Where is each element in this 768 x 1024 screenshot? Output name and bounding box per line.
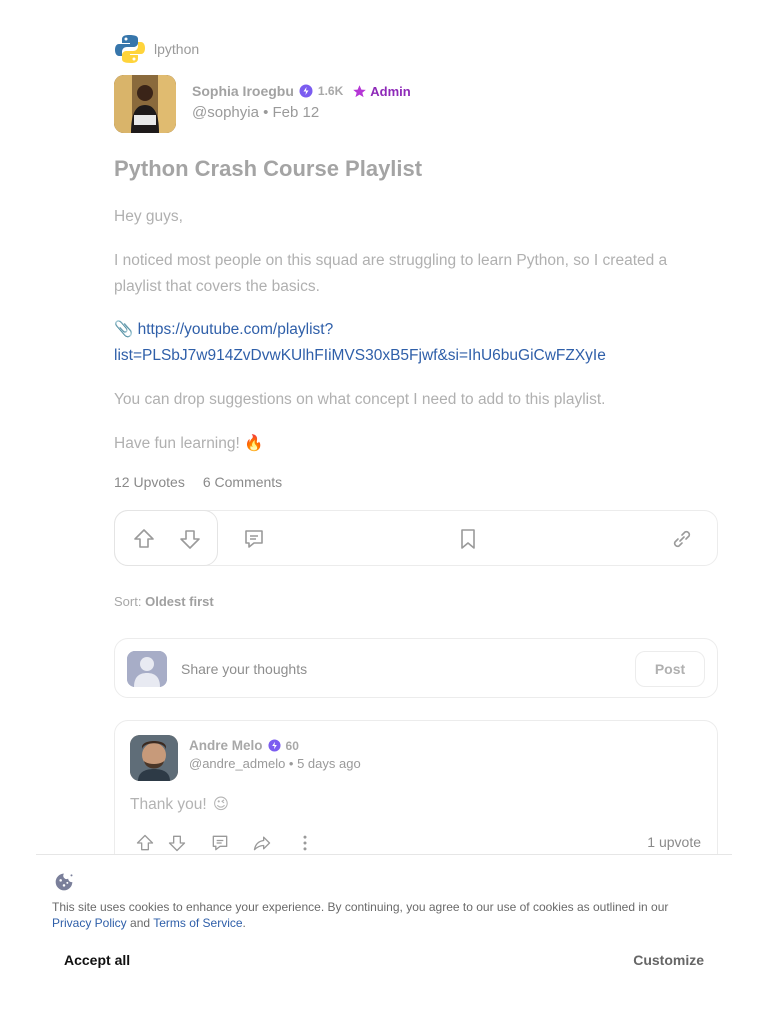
comments-count[interactable]: 6 Comments bbox=[203, 474, 282, 490]
cookie-icon bbox=[55, 873, 73, 891]
post-closing: Have fun learning! bbox=[114, 435, 240, 452]
post-title: Python Crash Course Playlist bbox=[114, 156, 423, 181]
cookie-text: This site uses cookies to enhance your e… bbox=[52, 899, 712, 931]
author-reputation: 1.6K bbox=[317, 84, 344, 98]
privacy-policy-link[interactable]: Privacy Policy bbox=[52, 916, 127, 930]
admin-badge: Admin bbox=[352, 83, 411, 99]
comment-icon[interactable] bbox=[242, 527, 266, 551]
upvote-icon[interactable] bbox=[132, 527, 156, 551]
post-link-paragraph: 📎 https://youtube.com/playlist?list=PLSb… bbox=[114, 317, 714, 369]
commenter-name-row: Andre Melo 60 bbox=[189, 738, 299, 753]
author-name[interactable]: Sophia Iroegbu bbox=[192, 83, 294, 99]
commenter-handle-time: @andre_admelo • 5 days ago bbox=[189, 756, 361, 771]
accept-all-button[interactable]: Accept all bbox=[64, 952, 130, 968]
user-avatar bbox=[127, 651, 167, 687]
post-suggestions: You can drop suggestions on what concept… bbox=[114, 391, 606, 408]
copy-link-icon[interactable] bbox=[670, 527, 694, 551]
sort-value[interactable]: Oldest first bbox=[145, 594, 214, 609]
commenter-avatar[interactable] bbox=[130, 735, 178, 781]
upvotes-count[interactable]: 12 Upvotes bbox=[114, 474, 185, 490]
comment-reply-icon[interactable] bbox=[210, 833, 230, 853]
downvote-icon[interactable] bbox=[178, 527, 202, 551]
cookie-and: and bbox=[130, 916, 151, 930]
bookmark-icon[interactable] bbox=[456, 527, 480, 551]
fire-icon: 🔥 bbox=[244, 435, 264, 452]
cookie-message: This site uses cookies to enhance your e… bbox=[52, 900, 669, 914]
author-handle-date: @sophyia • Feb 12 bbox=[192, 104, 320, 121]
comment-upvote-count[interactable]: 1 upvote bbox=[647, 834, 701, 850]
paperclip-icon: 📎 bbox=[114, 321, 134, 338]
vote-group bbox=[114, 510, 218, 566]
comment-text-row: Thank you! 😉 bbox=[130, 795, 229, 814]
cookie-period: . bbox=[242, 916, 246, 930]
cookie-banner: This site uses cookies to enhance your e… bbox=[36, 854, 732, 1024]
post-stats: 12 Upvotes 6 Comments bbox=[114, 474, 282, 490]
comment-share-icon[interactable] bbox=[252, 833, 272, 853]
commenter-name[interactable]: Andre Melo bbox=[189, 738, 263, 753]
post-greeting: Hey guys, bbox=[114, 208, 183, 225]
comment-upvote-icon[interactable] bbox=[135, 833, 155, 853]
composer-placeholder[interactable]: Share your thoughts bbox=[181, 661, 307, 677]
comment-text: Thank you! bbox=[130, 795, 207, 813]
playlist-link[interactable]: https://youtube.com/playlist?list=PLSbJ7… bbox=[114, 321, 606, 364]
post-action-bar bbox=[114, 510, 718, 566]
comment-sort[interactable]: Sort: Oldest first bbox=[114, 594, 214, 609]
post-closing-paragraph: Have fun learning! 🔥 bbox=[114, 431, 714, 457]
verified-icon bbox=[267, 739, 281, 752]
post-intro: I noticed most people on this squad are … bbox=[114, 252, 668, 295]
admin-label: Admin bbox=[370, 83, 411, 99]
comment-composer[interactable]: Share your thoughts Post bbox=[114, 638, 718, 698]
post-author: Sophia Iroegbu 1.6K Admin @sophyia • Feb… bbox=[114, 75, 411, 133]
wink-emoji-icon: 😉 bbox=[212, 796, 229, 813]
sort-label: Sort: bbox=[114, 594, 142, 609]
post-comment-button[interactable]: Post bbox=[635, 651, 705, 687]
comment-card: Andre Melo 60 @andre_admelo • 5 days ago… bbox=[114, 720, 718, 870]
python-logo-icon bbox=[115, 35, 145, 63]
more-options-icon[interactable] bbox=[295, 833, 315, 853]
commenter-reputation: 60 bbox=[285, 738, 299, 753]
squad-header[interactable]: lpython bbox=[114, 34, 199, 64]
customize-button[interactable]: Customize bbox=[633, 952, 704, 968]
author-avatar[interactable] bbox=[114, 75, 176, 133]
squad-name[interactable]: lpython bbox=[154, 41, 199, 57]
comment-downvote-icon[interactable] bbox=[167, 833, 187, 853]
star-icon bbox=[353, 84, 366, 97]
verified-icon bbox=[299, 84, 313, 98]
terms-of-service-link[interactable]: Terms of Service bbox=[153, 916, 242, 930]
